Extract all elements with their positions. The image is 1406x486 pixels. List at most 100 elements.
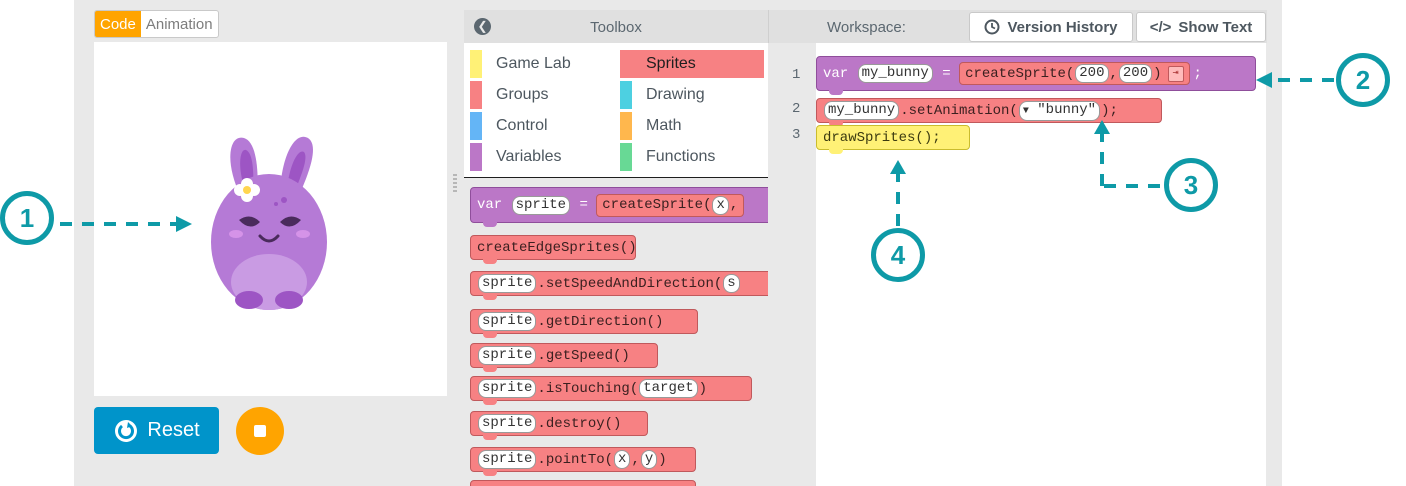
category-label: Math <box>646 117 682 134</box>
category-label: Drawing <box>646 86 705 103</box>
category-swatch <box>620 81 632 109</box>
reset-button[interactable]: Reset <box>94 407 219 454</box>
block-arg-y[interactable]: 200 <box>1118 64 1153 83</box>
resize-handle[interactable] <box>453 174 457 194</box>
callout-4-badge: 4 <box>871 228 925 282</box>
category-groups[interactable]: Groups <box>470 81 548 109</box>
block-arg[interactable]: s <box>723 274 740 293</box>
category-drawing[interactable]: Drawing <box>620 81 705 109</box>
block-fn: .pointTo( <box>537 451 614 468</box>
block-fn: .getSpeed() <box>537 347 630 364</box>
game-stage[interactable] <box>94 42 447 396</box>
block-var-my-bunny[interactable]: var my_bunny = createSprite( 200 , 200 )… <box>816 56 1256 95</box>
category-swatch <box>470 50 482 78</box>
block-point-to[interactable]: sprite .pointTo(x, y) <box>470 447 696 476</box>
category-control[interactable]: Control <box>470 112 548 140</box>
category-sprites[interactable]: Sprites <box>620 50 764 78</box>
block-fn: .destroy() <box>537 415 622 432</box>
expand-args-icon[interactable]: ⇥ <box>1167 65 1184 82</box>
block-arg[interactable]: x <box>614 450 631 469</box>
block-obj[interactable]: sprite <box>478 450 537 469</box>
line-number: 2 <box>792 101 801 117</box>
category-math[interactable]: Math <box>620 112 682 140</box>
block-var-sprite[interactable]: var sprite = createSprite(x, <box>470 187 768 227</box>
dropdown-arrow-icon: ▼ <box>1022 105 1029 117</box>
block-obj[interactable]: sprite <box>478 414 537 433</box>
line-number: 3 <box>792 127 801 143</box>
callout-3-badge: 3 <box>1164 158 1218 212</box>
block-fn: drawSprites(); <box>823 129 941 146</box>
version-history-button[interactable]: Version History <box>969 12 1133 42</box>
mode-toggle: Code Animation <box>94 10 219 38</box>
block-fn: .setAnimation( <box>900 102 1018 119</box>
animation-dropdown[interactable]: ▼ "bunny" <box>1018 100 1101 121</box>
block-obj[interactable]: sprite <box>478 312 537 331</box>
block-eq: = <box>579 197 588 213</box>
category-label: Groups <box>496 86 549 103</box>
code-icon: </> <box>1149 18 1172 36</box>
block-partial[interactable] <box>470 480 696 486</box>
block-fn: createSprite( <box>965 65 1075 82</box>
block-is-touching[interactable]: sprite .isTouching(target) <box>470 376 752 405</box>
workspace-header: Workspace: Version History </> Show Text <box>768 10 1267 43</box>
block-punct: , <box>729 197 739 213</box>
category-label: Control <box>496 117 548 134</box>
category-game-lab[interactable]: Game Lab <box>470 50 571 78</box>
block-fn: .setSpeedAndDirection( <box>537 275 723 292</box>
block-create-sprite[interactable]: createSprite( 200 , 200 ) ⇥ <box>959 62 1190 85</box>
block-obj[interactable]: sprite <box>478 379 537 398</box>
block-punct: ) <box>698 380 708 397</box>
block-var-name[interactable]: my_bunny <box>857 64 933 83</box>
block-create-edge-sprites[interactable]: createEdgeSprites() <box>470 235 637 264</box>
category-functions[interactable]: Functions <box>620 143 715 171</box>
block-fn: createEdgeSprites() <box>477 239 637 256</box>
toolbox-header: ❮ Toolbox <box>464 10 768 44</box>
block-punct: ); <box>1101 102 1118 119</box>
block-obj[interactable]: sprite <box>478 346 537 365</box>
block-get-direction[interactable]: sprite .getDirection() <box>470 309 698 338</box>
block-punct: ) <box>1153 65 1162 82</box>
block-get-speed[interactable]: sprite .getSpeed() <box>470 343 658 372</box>
block-create-sprite[interactable]: createSprite(x, <box>596 193 745 217</box>
block-arg[interactable]: target <box>639 379 698 398</box>
callout-2-badge: 2 <box>1336 53 1390 107</box>
block-draw-sprites[interactable]: drawSprites(); <box>816 125 970 154</box>
block-arg[interactable]: y <box>640 450 658 469</box>
animation-mode-button[interactable]: Animation <box>141 11 218 37</box>
category-label: Game Lab <box>496 55 571 72</box>
block-var-name[interactable]: sprite <box>511 195 571 215</box>
bunny-sprite <box>211 136 327 310</box>
block-fn: .isTouching( <box>537 380 639 397</box>
category-label: Functions <box>646 148 716 165</box>
category-swatch <box>470 81 482 109</box>
block-obj[interactable]: my_bunny <box>824 101 900 120</box>
block-eq: = <box>942 65 951 82</box>
category-swatch <box>620 112 632 140</box>
block-punct: ) <box>658 451 667 468</box>
category-swatch <box>620 50 632 78</box>
toolbox-title: Toolbox <box>590 19 642 36</box>
clock-icon <box>984 19 1000 35</box>
block-destroy[interactable]: sprite .destroy() <box>470 411 648 440</box>
workspace-title: Workspace: <box>827 19 906 36</box>
category-swatch <box>620 143 632 171</box>
stop-button[interactable] <box>236 407 284 455</box>
block-arg-x[interactable]: 200 <box>1075 64 1109 83</box>
category-swatch <box>470 112 482 140</box>
toolbox-flyout: var sprite = createSprite(x, createEdgeS… <box>464 178 768 486</box>
block-punct: , <box>1109 65 1118 82</box>
block-arg[interactable]: x <box>712 195 729 215</box>
show-text-label: Show Text <box>1178 18 1253 36</box>
block-set-speed-direction[interactable]: sprite .setSpeedAndDirection(s <box>470 271 768 300</box>
version-history-label: Version History <box>1007 18 1118 36</box>
reset-icon <box>115 419 138 442</box>
category-variables[interactable]: Variables <box>470 143 562 171</box>
block-set-animation[interactable]: my_bunny .setAnimation( ▼ "bunny" ); <box>816 98 1162 127</box>
block-obj[interactable]: sprite <box>478 274 537 293</box>
block-fn: .getDirection() <box>537 313 664 330</box>
category-swatch <box>470 143 482 171</box>
show-text-button[interactable]: </> Show Text <box>1136 12 1266 42</box>
reset-label: Reset <box>147 419 200 441</box>
stop-icon <box>254 425 266 437</box>
code-mode-button[interactable]: Code <box>95 11 141 37</box>
